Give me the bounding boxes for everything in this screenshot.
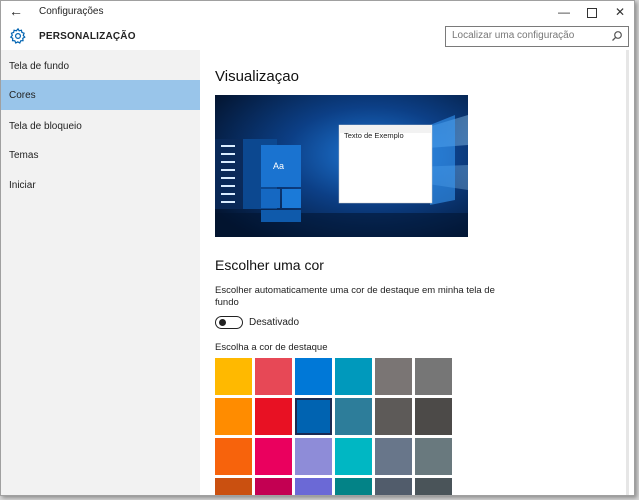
search-input[interactable]: Localizar uma configuração bbox=[445, 26, 629, 47]
back-button[interactable]: ← bbox=[1, 1, 31, 23]
color-swatch[interactable] bbox=[295, 438, 332, 475]
sidebar-item-tela-de-bloqueio[interactable]: Tela de bloqueio bbox=[1, 111, 200, 141]
color-swatch[interactable] bbox=[255, 478, 292, 495]
preview-heading: Visualizaçao bbox=[215, 68, 299, 85]
color-swatch[interactable] bbox=[295, 398, 332, 435]
sample-window-text: Texto de Exemplo bbox=[344, 131, 404, 140]
accent-color-grid bbox=[215, 358, 455, 495]
color-swatch[interactable] bbox=[215, 438, 252, 475]
sidebar-item-cores[interactable]: Cores bbox=[1, 80, 200, 110]
color-swatch[interactable] bbox=[295, 478, 332, 495]
page-title: PERSONALIZAÇÃO bbox=[39, 31, 136, 42]
color-swatch[interactable] bbox=[215, 358, 252, 395]
window-title: Configurações bbox=[39, 6, 104, 17]
color-swatch[interactable] bbox=[215, 478, 252, 495]
color-swatch[interactable] bbox=[375, 358, 412, 395]
scrollbar[interactable] bbox=[626, 50, 629, 495]
sidebar-item-label: Tela de fundo bbox=[9, 61, 70, 72]
color-swatch[interactable] bbox=[415, 478, 452, 495]
color-swatch[interactable] bbox=[255, 358, 292, 395]
title-bar: ← Configurações — ✕ bbox=[1, 1, 634, 23]
color-swatch[interactable] bbox=[215, 398, 252, 435]
auto-accent-toggle[interactable] bbox=[215, 316, 243, 329]
page-header: PERSONALIZAÇÃO Localizar uma configuraçã… bbox=[1, 23, 634, 50]
sidebar-item-label: Cores bbox=[9, 90, 36, 101]
tile-sample-text: Aa bbox=[273, 161, 285, 171]
color-swatch[interactable] bbox=[375, 398, 412, 435]
maximize-icon bbox=[587, 7, 597, 18]
color-swatch[interactable] bbox=[415, 398, 452, 435]
sidebar-item-label: Tela de bloqueio bbox=[9, 121, 82, 132]
color-swatch[interactable] bbox=[255, 438, 292, 475]
color-swatch[interactable] bbox=[295, 358, 332, 395]
sidebar-item-iniciar[interactable]: Iniciar bbox=[1, 170, 200, 200]
sidebar-item-label: Temas bbox=[9, 150, 39, 161]
accent-color-label: Escolha a cor de destaque bbox=[215, 342, 328, 353]
gear-icon bbox=[9, 27, 26, 44]
color-swatch[interactable] bbox=[415, 438, 452, 475]
color-swatch[interactable] bbox=[375, 478, 412, 495]
search-placeholder: Localizar uma configuração bbox=[452, 30, 575, 41]
color-swatch[interactable] bbox=[335, 478, 372, 495]
toggle-state-label: Desativado bbox=[249, 317, 300, 328]
sidebar: Tela de fundo Cores Tela de bloqueio Tem… bbox=[1, 50, 200, 495]
auto-accent-description: Escolher automaticamente uma cor de dest… bbox=[215, 285, 495, 308]
color-swatch[interactable] bbox=[335, 398, 372, 435]
color-swatch[interactable] bbox=[255, 398, 292, 435]
choose-color-heading: Escolher uma cor bbox=[215, 257, 324, 273]
color-swatch[interactable] bbox=[335, 358, 372, 395]
close-button[interactable]: ✕ bbox=[605, 1, 634, 23]
settings-window: ← Configurações — ✕ PERSONALIZAÇÃO Local… bbox=[0, 0, 635, 496]
sidebar-item-tela-de-fundo[interactable]: Tela de fundo bbox=[1, 51, 200, 81]
back-arrow-icon: ← bbox=[9, 3, 23, 19]
maximize-button[interactable] bbox=[577, 1, 607, 23]
sidebar-item-label: Iniciar bbox=[9, 180, 36, 191]
preview-image: Aa Texto de Exemplo bbox=[215, 95, 468, 237]
sidebar-item-temas[interactable]: Temas bbox=[1, 140, 200, 170]
color-swatch[interactable] bbox=[335, 438, 372, 475]
color-swatch[interactable] bbox=[415, 358, 452, 395]
toggle-knob bbox=[219, 319, 226, 326]
minimize-button[interactable]: — bbox=[549, 1, 579, 23]
main-content: Visualizaçao Aa Texto de Exemplo Escolhe… bbox=[200, 50, 634, 495]
color-swatch[interactable] bbox=[375, 438, 412, 475]
search-icon bbox=[612, 31, 622, 41]
